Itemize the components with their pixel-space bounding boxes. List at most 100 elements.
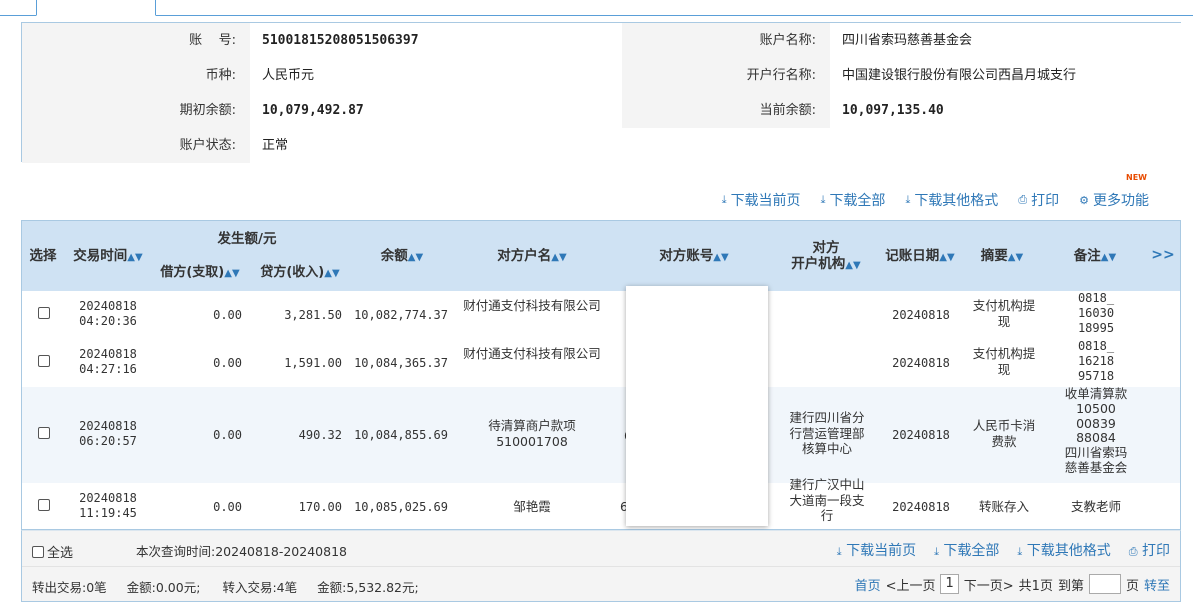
row-summary: 人民币卡消费款 — [972, 418, 1036, 449]
header-post-date[interactable]: 记账日期▲▼ — [880, 248, 960, 264]
redaction-box — [626, 286, 768, 526]
download-icon: ⤓ — [721, 193, 727, 206]
expand-columns-button[interactable]: >> — [1148, 247, 1178, 264]
out-count: 转出交易:0笔 — [32, 580, 107, 595]
account-row-1: 账 号: 510018152080515063​97 账户名称: 四川省索玛慈善… — [22, 23, 1182, 58]
currency-value: 人民币元 — [250, 58, 622, 93]
account-name-label: 账户名称: — [759, 33, 816, 48]
row-credit: 1,591.00 — [284, 356, 342, 370]
row-remark: 0818_ 16030 18995 — [1077, 291, 1115, 335]
download-icon: ⤓ — [1017, 545, 1023, 558]
header-cp-name[interactable]: 对方户名▲▼ — [492, 248, 572, 264]
row-balance: 10,084,365.37 — [354, 356, 448, 370]
row-checkbox[interactable] — [38, 307, 50, 319]
account-no-value: 510018152080515063​97 — [250, 23, 622, 58]
select-all-checkbox[interactable] — [32, 545, 44, 558]
header-credit[interactable]: 贷方(收入)▲▼ — [254, 265, 346, 281]
print-button[interactable]: ⎙ 打印 — [1018, 190, 1059, 210]
sort-icon: ▲▼ — [551, 252, 567, 263]
account-info-panel: 账 号: 510018152080515063​97 账户名称: 四川省索玛慈善… — [21, 22, 1182, 163]
download-icon: ⤓ — [934, 545, 939, 558]
sort-icon: ▲▼ — [845, 260, 861, 272]
row-debit: 0.00 — [213, 356, 242, 370]
sort-icon: ▲▼ — [407, 252, 424, 263]
row-post-date: 20240818 — [892, 500, 950, 514]
current-page[interactable]: 1 — [940, 574, 959, 594]
row-checkbox[interactable] — [38, 427, 50, 439]
select-all[interactable]: 全选 — [32, 542, 73, 561]
more-functions-button[interactable]: ⚙ 更多功能 NEW — [1079, 173, 1149, 210]
download-icon: ⤓ — [820, 193, 826, 206]
download-all-button[interactable]: ⤓ 下载全部 — [821, 190, 886, 210]
row-summary: 支付机构提现 — [972, 298, 1036, 329]
header-remark[interactable]: 备注▲▼ — [1070, 248, 1120, 264]
status-value: 正常 — [250, 128, 1182, 163]
account-row-4: 账户状态: 正常 — [22, 128, 1182, 163]
gear-icon: ⚙ — [1079, 193, 1089, 207]
row-checkbox[interactable] — [38, 355, 50, 367]
row-credit: 170.00 — [298, 500, 342, 514]
row-debit: 0.00 — [213, 308, 242, 322]
goto-button[interactable]: 转至 — [1144, 575, 1170, 594]
download-icon: ⤓ — [905, 193, 911, 206]
account-row-3: 期初余额: 10,079,492.87 当前余额: 10,097,135.40 — [22, 93, 1182, 128]
currency-label: 币种: — [205, 68, 236, 83]
header-summary[interactable]: 摘要▲▼ — [972, 248, 1032, 264]
header-select: 选择 — [29, 248, 57, 264]
row-remark: 0818_ 16218 95718 — [1077, 339, 1115, 383]
download-page-button[interactable]: ⤓ 下载当前页 — [722, 190, 801, 210]
row-remark: 收单清算款 10500 00839 88084 四川省索玛 慈善基金会 — [1064, 386, 1128, 475]
status-label: 账户状态: — [179, 138, 236, 153]
table-row: 20240818 06:20:57 0.00 490.32 10,084,855.… — [22, 386, 1180, 483]
footer-print-button[interactable]: ⎙ 打印 — [1129, 540, 1170, 560]
header-cp-bank-line2: 开户机构 — [791, 256, 846, 273]
toolbar: ⤓ 下载当前页 ⤓ 下载全部 ⤓ 下载其他格式 ⎙ 打印 ⚙ 更多功能 NEW — [722, 173, 1149, 210]
footer-row-1: 全选 本次查询时间:20240818-20240818 ⤓ 下载当前页 ⤓ 下载… — [22, 531, 1180, 567]
sort-icon: ▲▼ — [1007, 252, 1024, 263]
prev-page-link[interactable]: <上一页 — [886, 575, 936, 594]
row-post-date: 20240818 — [892, 308, 950, 322]
next-page-link[interactable]: 下一页> — [964, 575, 1014, 594]
row-cp-bank: 建行广汉中山大道南一段支行 — [789, 477, 865, 524]
row-time: 20240818 06:20:57 — [79, 419, 137, 448]
row-summary: 支付机构提现 — [972, 346, 1036, 377]
first-page-link[interactable]: 首页 — [855, 575, 881, 594]
page-unit: 页 — [1125, 578, 1139, 594]
goto-page-input[interactable] — [1088, 574, 1121, 594]
footer-download-all-button[interactable]: ⤓ 下载全部 — [934, 540, 999, 560]
row-cp-name: 财付通支付科技有限公司 — [463, 298, 601, 313]
header-debit[interactable]: 借方(支取)▲▼ — [154, 265, 246, 281]
opening-balance-label: 期初余额: — [179, 103, 236, 118]
sort-icon: ▲▼ — [939, 252, 955, 263]
row-time: 20240818 04:20:36 — [79, 299, 137, 328]
current-balance-value: 10,097,135.40 — [830, 93, 1182, 128]
footer-download-page-button[interactable]: ⤓ 下载当前页 — [837, 540, 916, 560]
row-cp-name: 待清算商户款项510001708 — [488, 418, 576, 449]
row-post-date: 20240818 — [892, 356, 950, 370]
footer-download-other-button[interactable]: ⤓ 下载其他格式 — [1017, 540, 1110, 560]
row-debit: 0.00 — [213, 500, 242, 514]
out-amount: 金额:0.00元; — [126, 580, 201, 595]
opening-balance-value: 10,079,492.87 — [250, 93, 622, 128]
row-checkbox[interactable] — [38, 499, 50, 511]
printer-icon: ⎙ — [1128, 545, 1138, 558]
tab-account[interactable] — [36, 0, 156, 16]
header-time[interactable]: 交易时间▲▼ — [68, 248, 148, 264]
tab-strip — [0, 0, 1193, 16]
print-label: 打印 — [1031, 193, 1060, 209]
header-balance[interactable]: 余额▲▼ — [372, 248, 432, 264]
header-cp-bank[interactable]: 对方 开户机构▲▼ — [786, 240, 866, 272]
table-row: 20240818 04:27:16 0.00 1,591.00 10,084,36… — [22, 339, 1180, 387]
download-other-button[interactable]: ⤓ 下载其他格式 — [905, 190, 998, 210]
row-balance: 10,084,855.69 — [354, 428, 448, 442]
header-cp-account[interactable]: 对方账号▲▼ — [652, 248, 736, 264]
sort-icon: ▲▼ — [127, 252, 143, 263]
row-cp-name: 财付通支付科技有限公司 — [463, 346, 601, 361]
table-footer: 全选 本次查询时间:20240818-20240818 ⤓ 下载当前页 ⤓ 下载… — [21, 530, 1181, 602]
row-cp-name: 邹艳霞 — [513, 499, 551, 514]
row-cp-bank: 建行四川省分行营运管理部核算中心 — [789, 410, 865, 457]
row-summary: 转账存入 — [978, 499, 1029, 514]
row-debit: 0.00 — [213, 428, 242, 442]
summary-stats: 转出交易:0笔 金额:0.00元; 转入交易:4笔 金额:5,532.82元; — [32, 577, 419, 596]
in-count: 转入交易:4笔 — [222, 580, 298, 595]
